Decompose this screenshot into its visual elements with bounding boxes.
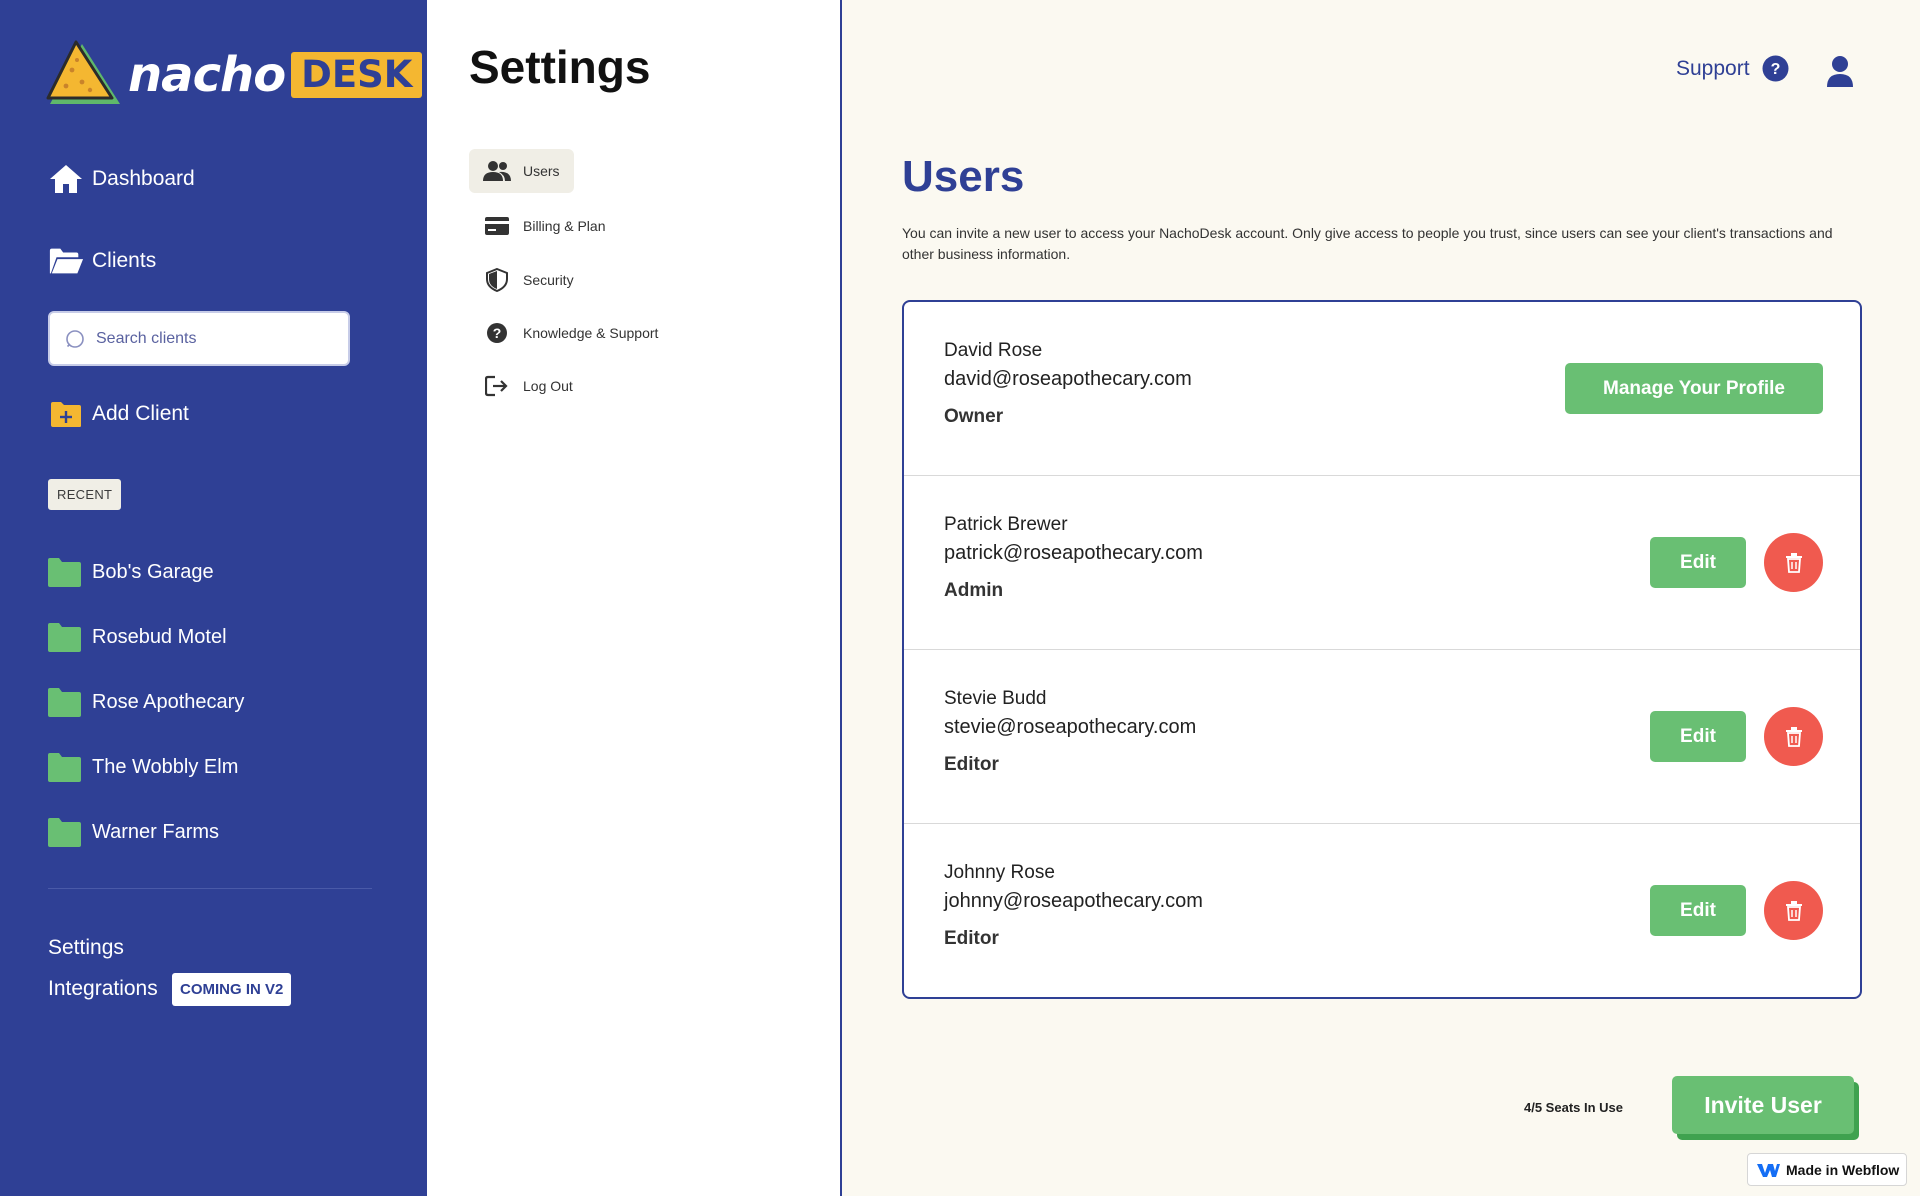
settings-menu-label: Log Out <box>523 378 573 394</box>
users-list: David Rose david@roseapothecary.com Owne… <box>902 300 1862 999</box>
nachodesk-logo[interactable]: nacho DESK <box>46 40 423 110</box>
add-folder-icon <box>48 397 84 431</box>
svg-text:?: ? <box>493 325 502 341</box>
settings-menu-label: Users <box>523 163 560 179</box>
search-input[interactable] <box>96 329 336 348</box>
folder-icon <box>48 753 81 782</box>
folder-open-icon <box>48 244 84 278</box>
webflow-logo-icon <box>1757 1163 1780 1177</box>
user-role: Owner <box>944 406 1004 427</box>
settings-menu-security[interactable]: Security <box>469 258 588 302</box>
settings-menu-knowledge-support[interactable]: ? Knowledge & Support <box>469 311 672 355</box>
edit-user-button[interactable]: Edit <box>1650 537 1746 588</box>
question-icon: ? <box>483 321 511 345</box>
recent-client-warner-farms[interactable]: Warner Farms <box>48 817 219 847</box>
recent-client-label: Warner Farms <box>92 820 220 843</box>
sidebar-settings-link[interactable]: Settings <box>48 936 124 960</box>
home-icon <box>48 162 84 196</box>
search-icon <box>66 329 84 348</box>
user-role: Admin <box>944 580 1004 601</box>
user-email: stevie@roseapothecary.com <box>944 716 1197 738</box>
users-page-title: Users <box>902 152 1025 201</box>
credit-card-icon <box>483 214 511 238</box>
edit-user-button[interactable]: Edit <box>1650 711 1746 762</box>
nav-clients[interactable]: Clients <box>48 244 156 278</box>
settings-menu-panel: Settings Users Billing & Plan Security ?… <box>427 0 842 1196</box>
made-in-webflow-badge[interactable]: Made in Webflow <box>1747 1153 1907 1186</box>
sidebar: nacho DESK Dashboard Clients Add Client … <box>0 0 427 1196</box>
svg-text:?: ? <box>1770 61 1780 78</box>
user-name: David Rose <box>944 340 1043 361</box>
support-label: Support <box>1676 56 1750 80</box>
folder-icon <box>48 558 81 587</box>
settings-menu-label: Knowledge & Support <box>523 325 659 341</box>
user-row: Patrick Brewer patrick@roseapothecary.co… <box>904 476 1860 650</box>
trash-icon <box>1785 726 1802 747</box>
trash-icon <box>1785 900 1802 921</box>
coming-soon-badge: COMING IN V2 <box>172 973 292 1006</box>
support-link[interactable]: Support ? <box>1676 55 1789 82</box>
recent-client-label: Rosebud Motel <box>92 625 227 648</box>
user-name: Stevie Budd <box>944 688 1047 709</box>
edit-user-button[interactable]: Edit <box>1650 885 1746 936</box>
user-email: patrick@roseapothecary.com <box>944 542 1203 564</box>
shield-icon <box>483 268 511 292</box>
users-description: You can invite a new user to access your… <box>902 225 1833 262</box>
recent-badge: RECENT <box>48 479 122 510</box>
nacho-chip-icon <box>46 40 120 104</box>
sidebar-divider <box>48 888 372 889</box>
settings-menu-billing[interactable]: Billing & Plan <box>469 204 620 248</box>
delete-user-button[interactable] <box>1764 881 1823 940</box>
user-row: Johnny Rose johnny@roseapothecary.com Ed… <box>904 824 1860 997</box>
delete-user-button[interactable] <box>1764 707 1823 766</box>
recent-client-the-wobbly-elm[interactable]: The Wobbly Elm <box>48 752 238 782</box>
invite-user-button[interactable]: Invite User <box>1672 1076 1854 1134</box>
webflow-badge-label: Made in Webflow <box>1786 1161 1900 1178</box>
settings-title: Settings <box>469 41 651 93</box>
users-icon <box>483 159 511 183</box>
manage-profile-button[interactable]: Manage Your Profile <box>1565 363 1823 414</box>
nav-clients-label: Clients <box>92 249 157 272</box>
recent-client-label: The Wobbly Elm <box>92 755 239 778</box>
user-role: Editor <box>944 754 999 775</box>
user-name: Patrick Brewer <box>944 514 1068 535</box>
settings-menu-logout[interactable]: Log Out <box>469 364 587 408</box>
user-role: Editor <box>944 928 999 949</box>
trash-icon <box>1785 552 1802 573</box>
recent-client-rose-apothecary[interactable]: Rose Apothecary <box>48 687 244 717</box>
add-client-label: Add Client <box>92 402 189 425</box>
user-email: johnny@roseapothecary.com <box>944 890 1203 912</box>
user-row: David Rose david@roseapothecary.com Owne… <box>904 302 1860 476</box>
recent-client-bobs-garage[interactable]: Bob's Garage <box>48 557 214 587</box>
user-row: Stevie Budd stevie@roseapothecary.com Ed… <box>904 650 1860 824</box>
delete-user-button[interactable] <box>1764 533 1823 592</box>
seats-in-use-text: 4/5 Seats In Use <box>1524 1100 1623 1115</box>
logo-word: nacho <box>128 47 286 103</box>
help-circle-icon: ? <box>1762 55 1789 82</box>
sidebar-integrations-link[interactable]: Integrations <box>48 977 158 1001</box>
logout-icon <box>483 374 511 398</box>
nav-dashboard-label: Dashboard <box>92 167 195 190</box>
settings-menu-label: Security <box>523 272 574 288</box>
settings-menu-users[interactable]: Users <box>469 149 574 193</box>
settings-menu-label: Billing & Plan <box>523 218 606 234</box>
search-clients-field[interactable] <box>48 311 350 366</box>
folder-icon <box>48 623 81 652</box>
logo-desk-badge: DESK <box>291 51 423 99</box>
recent-client-label: Bob's Garage <box>92 560 214 583</box>
user-account-icon[interactable] <box>1825 55 1855 87</box>
user-email: david@roseapothecary.com <box>944 368 1192 390</box>
user-name: Johnny Rose <box>944 862 1055 883</box>
folder-icon <box>48 688 81 717</box>
add-client-button[interactable]: Add Client <box>48 397 189 431</box>
recent-client-rosebud-motel[interactable]: Rosebud Motel <box>48 622 227 652</box>
folder-icon <box>48 818 81 847</box>
recent-client-label: Rose Apothecary <box>92 690 245 713</box>
nav-dashboard[interactable]: Dashboard <box>48 162 195 196</box>
